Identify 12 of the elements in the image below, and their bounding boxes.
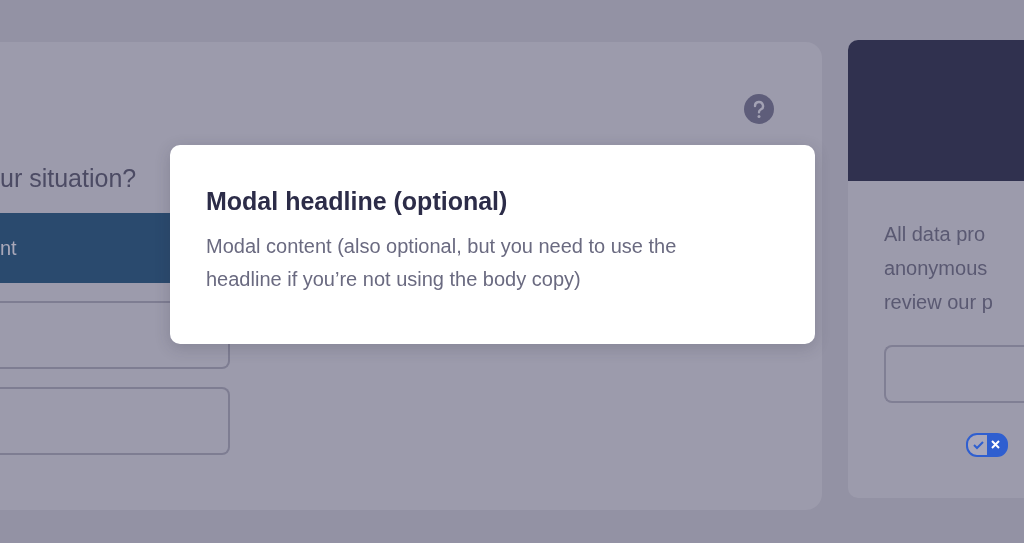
privacy-text: All data pro — [883, 222, 987, 247]
help-icon[interactable] — [743, 94, 774, 124]
option-button[interactable]: nt — [0, 213, 170, 283]
privacy-text: review our p — [883, 290, 994, 315]
privacy-text: anonymous — [883, 256, 989, 281]
modal-headline: Modal headline (optional) — [206, 187, 509, 216]
modal-content: Modal content (also optional, but you need to use the headline if you’re not using the body copy) — [206, 234, 678, 292]
cross-icon — [990, 440, 1000, 449]
toggle-switch[interactable] — [965, 433, 1008, 457]
input-field[interactable] — [883, 345, 1024, 403]
check-icon — [972, 441, 984, 450]
question-text: ur situation? — [0, 164, 138, 193]
